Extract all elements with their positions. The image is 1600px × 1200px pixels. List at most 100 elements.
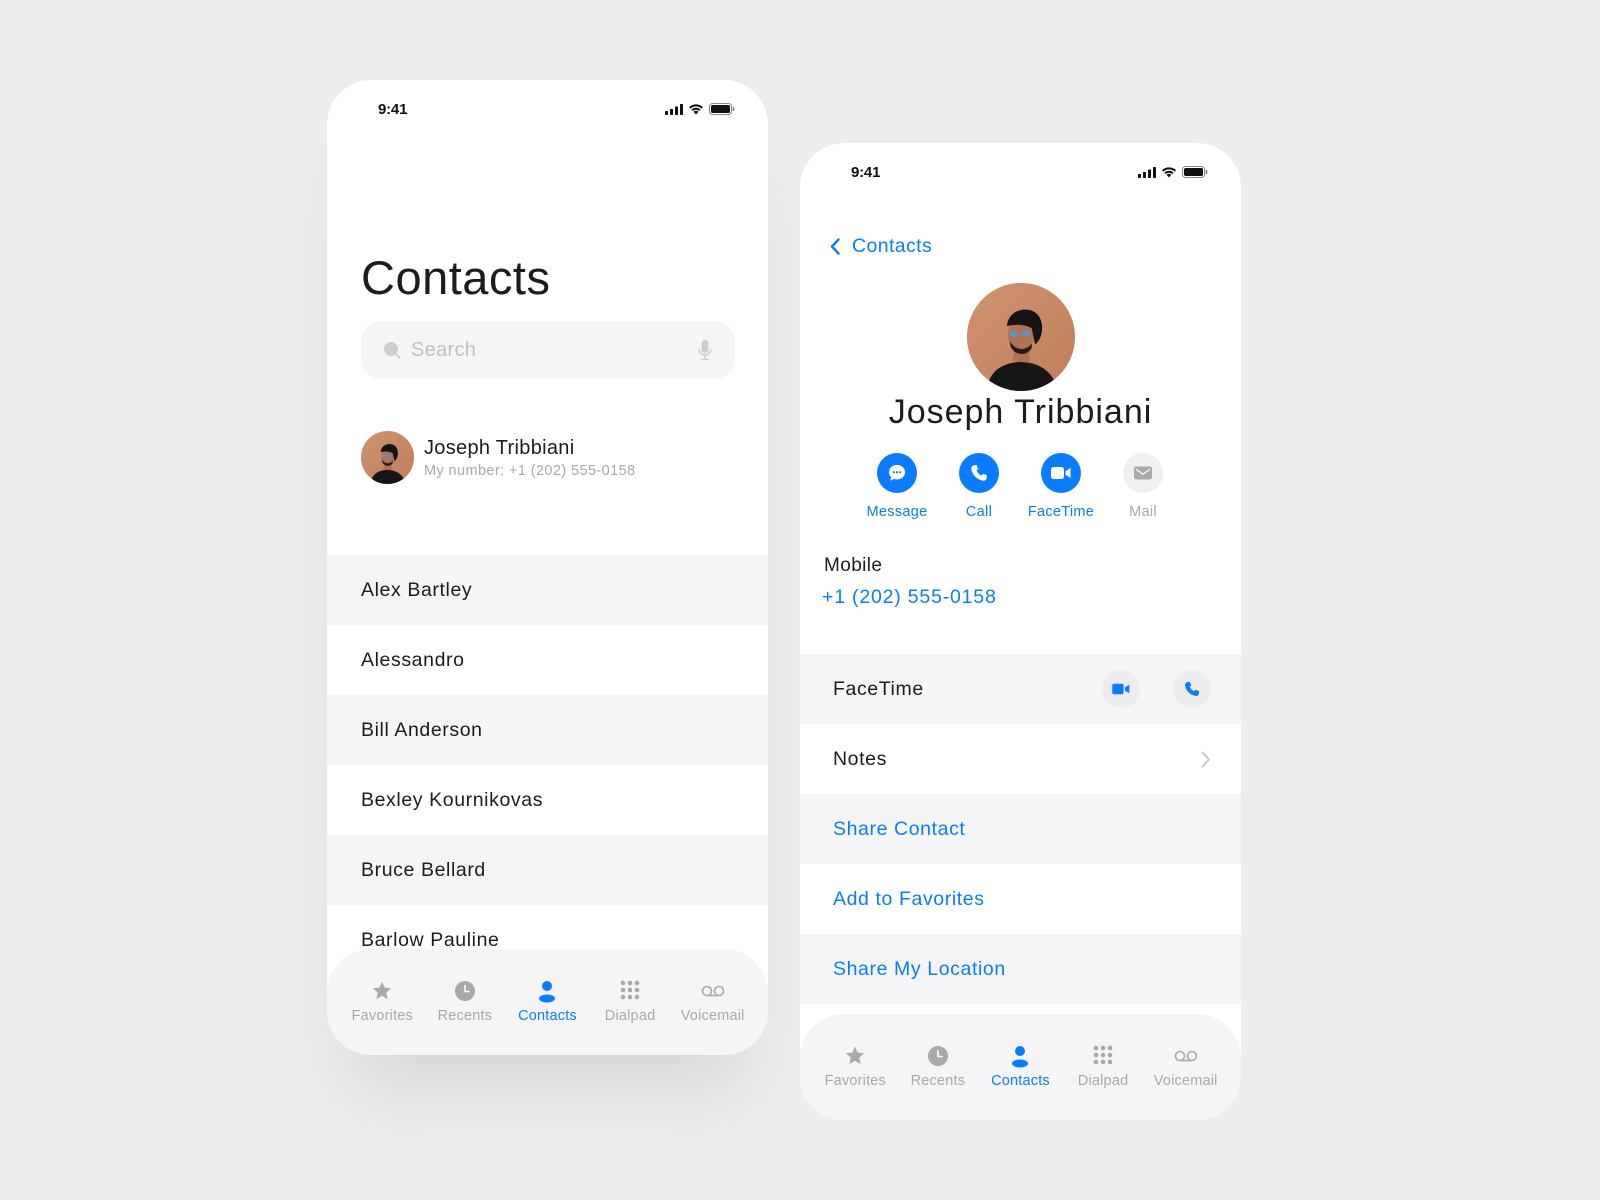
row-label: Add to Favorites [833, 887, 985, 910]
video-icon [1051, 467, 1071, 479]
clock-icon [454, 981, 475, 1001]
tab-label: Voicemail [680, 1008, 745, 1024]
page-title: Contacts [361, 251, 551, 304]
tab-voicemail[interactable]: Voicemail [1146, 1044, 1226, 1120]
phone-field-label: Mobile [824, 555, 883, 576]
tab-label: Dialpad [604, 1008, 656, 1024]
tab-label: Recents [910, 1073, 966, 1089]
tab-label: Voicemail [1153, 1073, 1218, 1089]
back-label: Contacts [852, 235, 933, 257]
mail-icon [1134, 466, 1152, 480]
phone-icon [971, 465, 987, 481]
share-contact-button[interactable]: Share Contact [800, 794, 1241, 864]
facetime-row: FaceTime [800, 654, 1241, 724]
tab-recents[interactable]: Recents [425, 979, 505, 1055]
search-input[interactable] [411, 338, 697, 362]
video-icon [1112, 683, 1130, 695]
star-icon [373, 981, 392, 1000]
contact-row[interactable]: Alessandro [327, 625, 768, 695]
row-label: Share My Location [833, 957, 1006, 980]
action-label: FaceTime [1027, 504, 1095, 520]
contacts-list-screen: 9:41 Contacts Joseph Tribbiani My number… [327, 80, 768, 1055]
back-button[interactable]: Contacts [830, 235, 932, 258]
contact-list: Alex Bartley Alessandro Bill Anderson Be… [327, 555, 768, 975]
facetime-video-button[interactable] [1102, 670, 1140, 708]
tab-label: Contacts [991, 1073, 1050, 1089]
contact-avatar [967, 283, 1075, 391]
contact-name: Alex Bartley [361, 578, 473, 601]
contact-row[interactable]: Bill Anderson [327, 695, 768, 765]
contact-name: Bexley Kournikovas [361, 788, 544, 811]
contact-name: Bruce Bellard [361, 858, 486, 881]
tab-favorites[interactable]: Favorites [815, 1044, 895, 1120]
wifi-icon [689, 104, 703, 115]
action-label: Call [965, 504, 993, 520]
tab-label: Favorites [351, 1008, 414, 1024]
contact-row[interactable]: Bexley Kournikovas [327, 765, 768, 835]
tab-contacts[interactable]: Contacts [507, 979, 587, 1055]
action-label: Message [866, 504, 928, 520]
phone-icon [1185, 681, 1200, 696]
tab-bar: Favorites Recents Contacts Dialpad Voice… [800, 1014, 1241, 1120]
wifi-icon [1162, 167, 1176, 178]
add-to-favorites-button[interactable]: Add to Favorites [800, 864, 1241, 934]
search-icon [384, 342, 401, 359]
action-label: Mail [1129, 504, 1157, 520]
dialpad-icon [1093, 1045, 1113, 1065]
battery-icon [709, 103, 735, 115]
person-icon [1012, 1046, 1029, 1068]
battery-icon [1182, 166, 1208, 178]
contact-name: Bill Anderson [361, 718, 483, 741]
contact-detail-screen: 9:41 Contacts Joseph Tribbiani Message C… [800, 143, 1241, 1120]
facetime-button[interactable]: FaceTime [1020, 453, 1102, 520]
detail-list: FaceTime Notes Share Contact Add to Favo… [800, 654, 1241, 1004]
contact-name: Alessandro [361, 648, 465, 671]
voicemail-icon [701, 985, 724, 997]
cellular-signal-icon [1138, 166, 1156, 178]
my-card[interactable]: Joseph Tribbiani My number: +1 (202) 555… [361, 431, 636, 484]
my-card-name: Joseph Tribbiani [424, 436, 575, 459]
clock-icon [927, 1046, 948, 1066]
message-button[interactable]: Message [856, 453, 938, 520]
person-icon [539, 981, 556, 1003]
tab-label: Recents [437, 1008, 493, 1024]
row-label: Notes [833, 747, 887, 770]
tab-label: Favorites [824, 1073, 887, 1089]
microphone-icon[interactable] [697, 339, 713, 361]
contact-name: Joseph Tribbiani [888, 393, 1153, 431]
tab-contacts[interactable]: Contacts [980, 1044, 1060, 1120]
facetime-audio-button[interactable] [1173, 670, 1211, 708]
contact-row[interactable]: Alex Bartley [327, 555, 768, 625]
quick-actions: Message Call FaceTime Mail [856, 453, 1184, 520]
tab-bar: Favorites Recents Contacts Dialpad Voice… [327, 949, 768, 1055]
tab-label: Contacts [518, 1008, 577, 1024]
chevron-left-icon [830, 238, 840, 255]
voicemail-icon [1174, 1050, 1197, 1062]
tab-dialpad[interactable]: Dialpad [1063, 1044, 1143, 1120]
status-icons [665, 103, 735, 115]
tab-label: Dialpad [1077, 1073, 1129, 1089]
search-bar[interactable] [361, 321, 735, 379]
tab-voicemail[interactable]: Voicemail [673, 979, 753, 1055]
mail-button[interactable]: Mail [1102, 453, 1184, 520]
chevron-right-icon [1201, 751, 1210, 767]
avatar-photo [967, 283, 1075, 391]
cellular-signal-icon [665, 103, 683, 115]
status-time: 9:41 [851, 164, 881, 181]
tab-recents[interactable]: Recents [898, 1044, 978, 1120]
notes-row[interactable]: Notes [800, 724, 1241, 794]
my-card-number: My number: +1 (202) 555-0158 [424, 462, 636, 479]
row-label: Share Contact [833, 817, 966, 840]
status-bar: 9:41 [327, 80, 768, 140]
avatar [361, 431, 414, 484]
message-icon [889, 465, 905, 481]
call-button[interactable]: Call [938, 453, 1020, 520]
contact-row[interactable]: Bruce Bellard [327, 835, 768, 905]
tab-favorites[interactable]: Favorites [342, 979, 422, 1055]
dialpad-icon [620, 980, 640, 1000]
avatar-photo [361, 431, 414, 484]
share-location-button[interactable]: Share My Location [800, 934, 1241, 1004]
tab-dialpad[interactable]: Dialpad [590, 979, 670, 1055]
status-bar: 9:41 [800, 143, 1241, 203]
phone-number-link[interactable]: +1 (202) 555-0158 [822, 586, 997, 609]
